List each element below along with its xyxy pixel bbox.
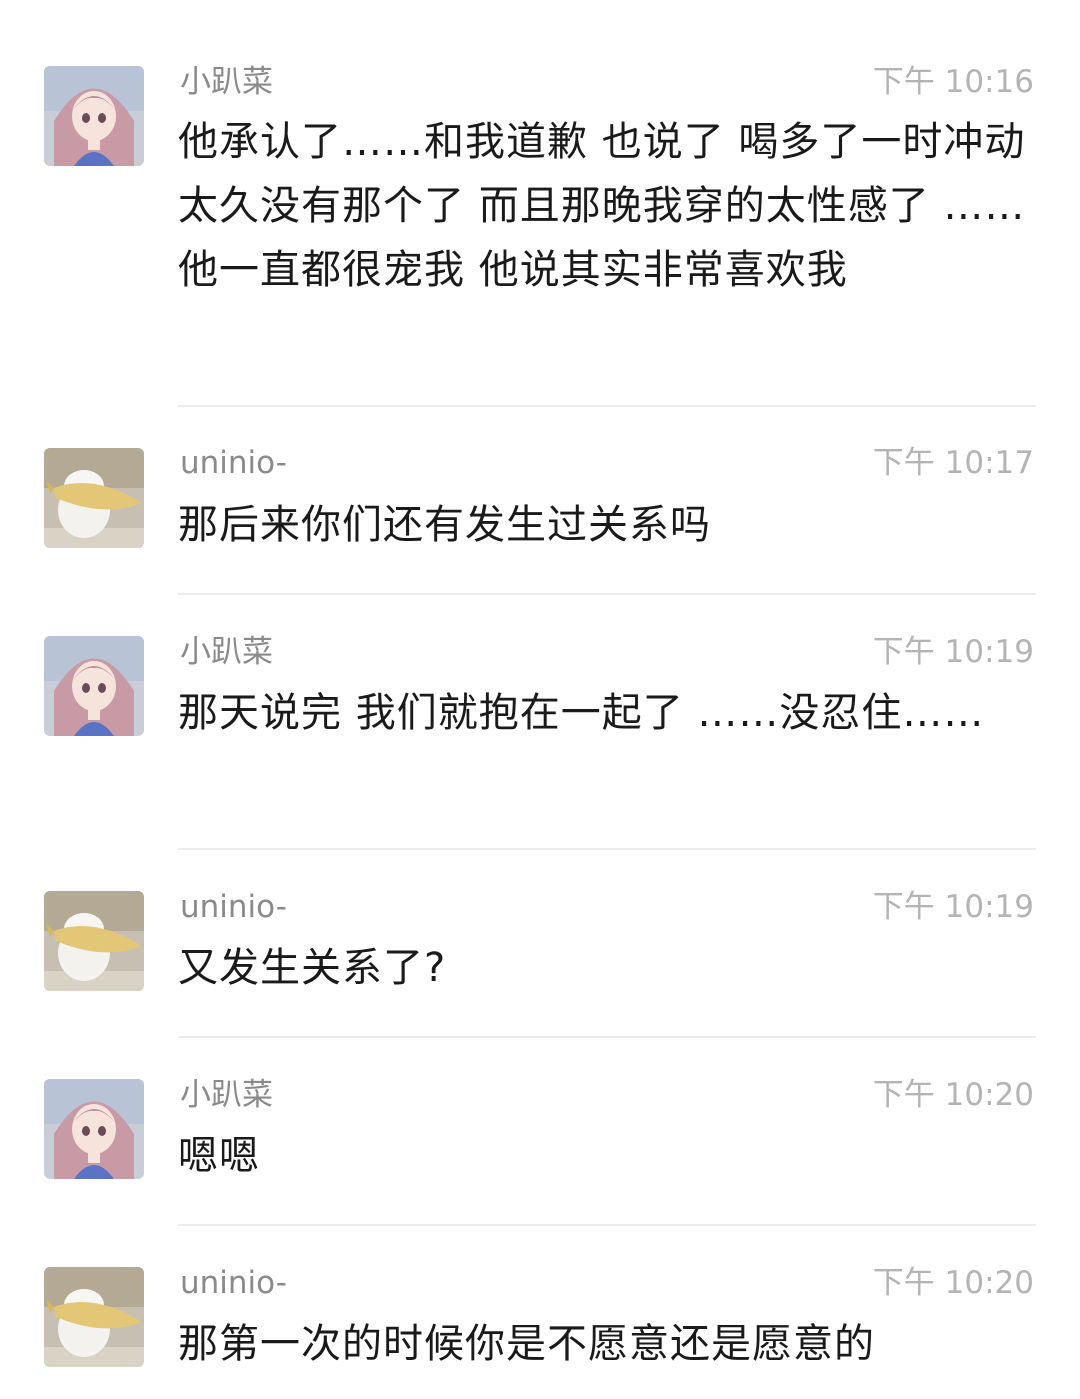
- avatar-anime-girl[interactable]: [44, 66, 144, 166]
- message-time: 下午 10:20: [872, 1077, 1034, 1113]
- divider: [178, 1224, 1036, 1226]
- message-text: 那天说完 我们就抱在一起了 ……没忍住……: [178, 690, 985, 736]
- divider: [178, 405, 1036, 407]
- message-time: 下午 10:19: [872, 634, 1034, 670]
- divider: [178, 848, 1036, 850]
- message-text: 嗯嗯: [178, 1133, 260, 1179]
- sender-name: 小趴菜: [180, 64, 273, 100]
- sender-name: 小趴菜: [180, 634, 273, 670]
- message-text: 又发生关系了?: [178, 945, 447, 991]
- sender-name: 小趴菜: [180, 1077, 273, 1113]
- avatar-anime-girl[interactable]: [44, 1079, 144, 1179]
- avatar-cat-with-fish[interactable]: [44, 448, 144, 548]
- avatar-anime-girl[interactable]: [44, 636, 144, 736]
- message-item: 小趴菜 下午 10:16 他承认了……和我道歉 也说了 喝多了一时冲动 太久没有…: [0, 0, 1080, 408]
- sender-name: uninio-: [180, 889, 287, 925]
- avatar-cat-with-fish[interactable]: [44, 1267, 144, 1367]
- divider: [178, 593, 1036, 595]
- message-time: 下午 10:16: [872, 64, 1034, 100]
- message-time: 下午 10:20: [872, 1265, 1034, 1301]
- divider: [178, 1036, 1036, 1038]
- sender-name: uninio-: [180, 445, 287, 481]
- message-text: 那后来你们还有发生过关系吗: [178, 502, 711, 548]
- avatar-cat-with-fish[interactable]: [44, 891, 144, 991]
- message-time: 下午 10:17: [872, 445, 1034, 481]
- sender-name: uninio-: [180, 1265, 287, 1301]
- message-text: 那第一次的时候你是不愿意还是愿意的: [178, 1321, 875, 1367]
- message-time: 下午 10:19: [872, 889, 1034, 925]
- message-text: 他承认了……和我道歉 也说了 喝多了一时冲动 太久没有那个了 而且那晚我穿的太性…: [178, 119, 1026, 293]
